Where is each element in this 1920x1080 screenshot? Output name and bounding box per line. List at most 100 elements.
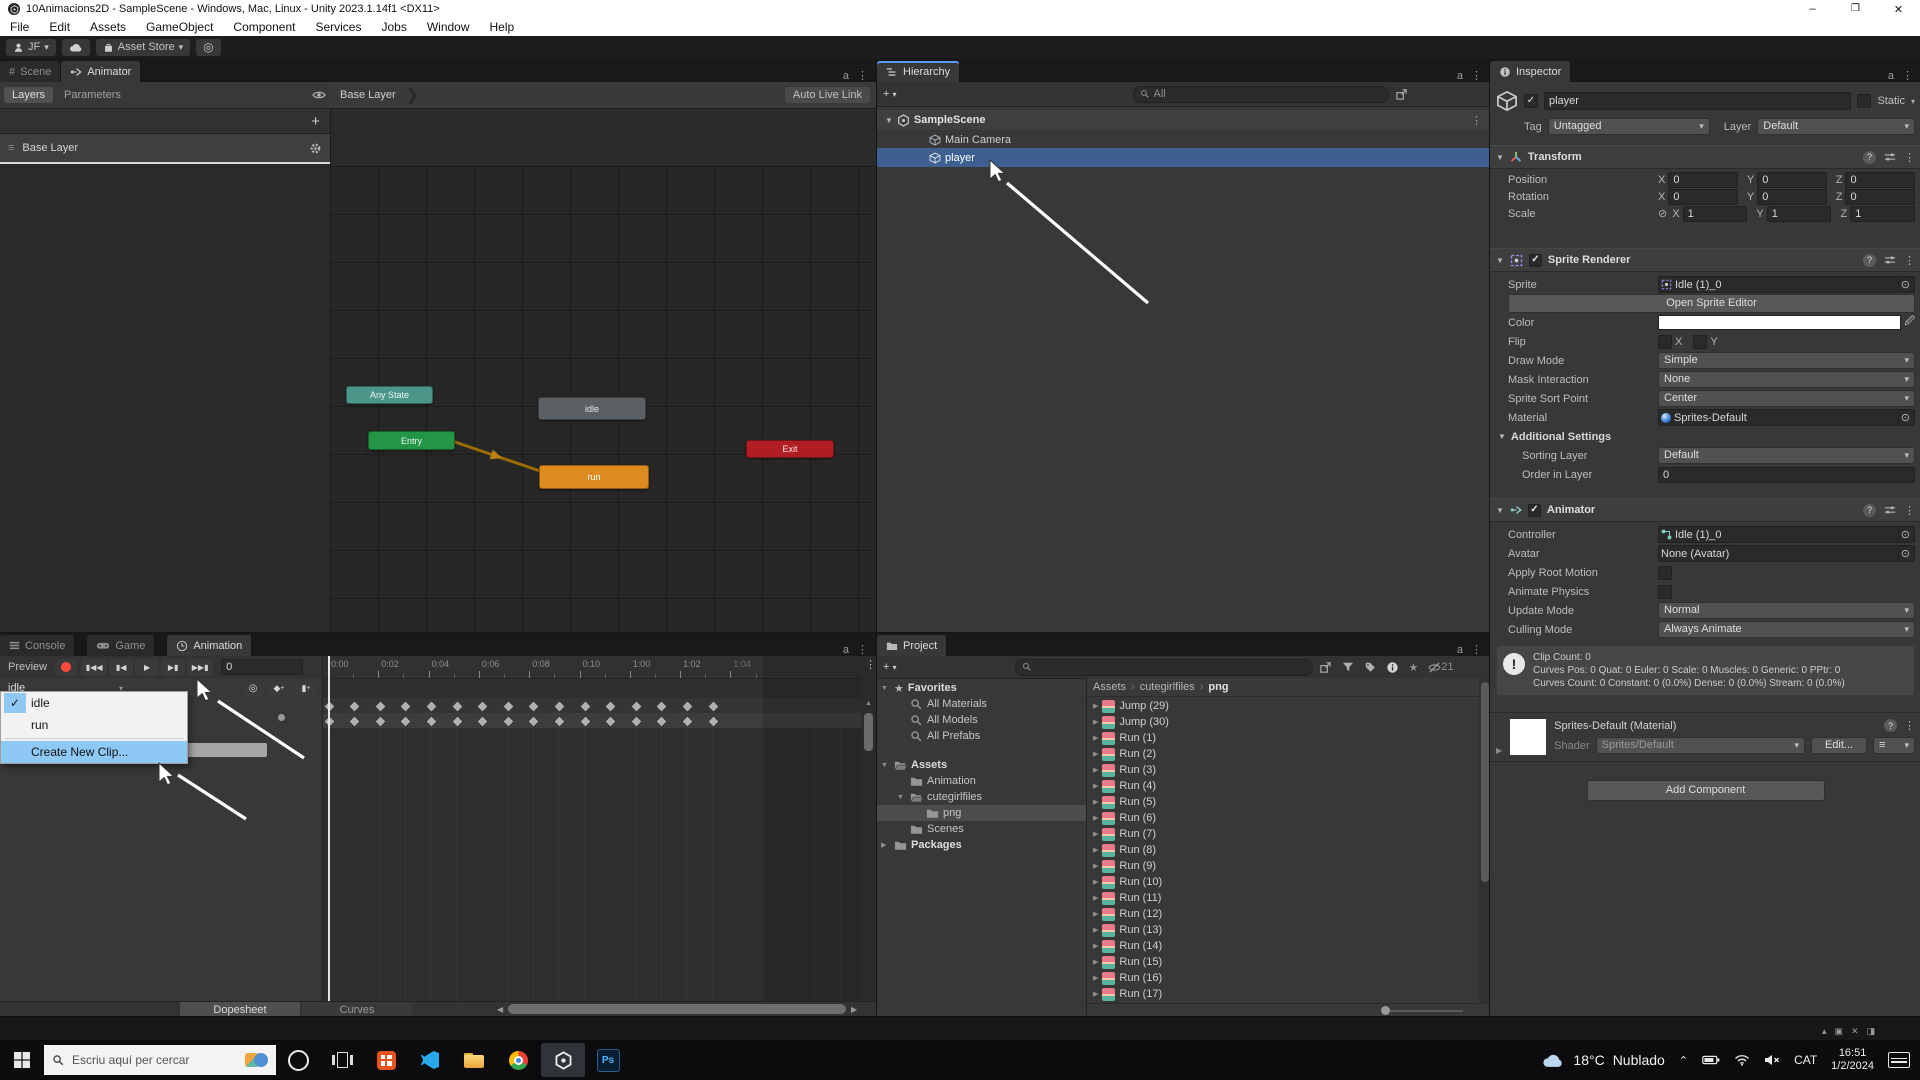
chevron-down-icon[interactable]: ▾	[1911, 97, 1915, 106]
foldout-icon[interactable]: ▶	[1093, 974, 1098, 982]
hierarchy-item-main-camera[interactable]: Main Camera	[877, 131, 1490, 148]
hierarchy-item-player[interactable]: player	[877, 148, 1490, 167]
file-row[interactable]: ▶Run (1)	[1087, 730, 1479, 746]
play-clip-button[interactable]: ▶	[135, 659, 159, 676]
keyframe-diamond[interactable]	[553, 715, 566, 728]
kebab-menu-icon[interactable]: ⋮	[865, 658, 876, 671]
curves-button[interactable]: Curves	[302, 1002, 412, 1017]
foldout-icon[interactable]: ▶	[1093, 830, 1098, 838]
scene-row[interactable]: ▼ SampleScene ⋮	[877, 110, 1490, 130]
last-key-button[interactable]: ▶▶▮	[187, 659, 213, 676]
tab-hierarchy[interactable]: Hierarchy	[877, 61, 960, 82]
keyframe-diamond[interactable]	[707, 700, 720, 713]
popout-icon[interactable]	[1395, 88, 1408, 101]
keyframe-diamond[interactable]	[399, 700, 412, 713]
foldout-icon[interactable]: ▼	[881, 762, 890, 769]
open-sprite-editor-button[interactable]: Open Sprite Editor	[1508, 294, 1915, 313]
foldout-icon[interactable]: ▶	[1093, 926, 1098, 934]
tab-game[interactable]: Game	[87, 635, 155, 656]
dropdown[interactable]: None▾	[1658, 371, 1915, 388]
foldout-icon[interactable]: ▶	[881, 841, 890, 849]
file-row[interactable]: ▶Run (4)	[1087, 778, 1479, 794]
object-picker-icon[interactable]: ⊙	[1898, 547, 1912, 560]
keyframe-diamond[interactable]	[348, 715, 361, 728]
axis-field[interactable]: 1	[1683, 206, 1748, 222]
file-row[interactable]: ▶Run (10)	[1087, 874, 1479, 890]
keyframe-diamond[interactable]	[630, 715, 643, 728]
menu-help[interactable]: Help	[480, 18, 525, 36]
tree-item-scenes[interactable]: Scenes	[877, 821, 1086, 837]
auto-live-link-button[interactable]: Auto Live Link	[785, 87, 870, 103]
keyframe-diamond[interactable]	[527, 715, 540, 728]
taskbar-weather[interactable]: 18°C Nublado	[1541, 1052, 1664, 1069]
foldout-icon[interactable]: ▼	[1496, 256, 1504, 265]
help-icon[interactable]: ?	[1884, 719, 1897, 732]
foldout-icon[interactable]: ▼	[1498, 432, 1506, 441]
presets-icon[interactable]	[1884, 254, 1896, 266]
flip-y-checkbox[interactable]	[1693, 335, 1707, 349]
tree-item-cutegirlfiles[interactable]: ▼cutegirlfiles	[877, 789, 1086, 805]
lock-icon[interactable]: a	[843, 644, 849, 656]
foldout-icon[interactable]: ▶	[1093, 718, 1098, 726]
file-row[interactable]: ▶Run (14)	[1087, 938, 1479, 954]
search-by-label-icon[interactable]	[1364, 661, 1376, 673]
add-component-button[interactable]: Add Component	[1587, 780, 1825, 801]
kebab-menu-icon[interactable]: ⋮	[1904, 254, 1915, 267]
checkbox[interactable]	[1658, 585, 1672, 599]
keyframe-diamond[interactable]	[655, 700, 668, 713]
dopesheet-vscrollbar[interactable]: ⋮ ▲	[862, 656, 876, 1003]
add-keyframe-button[interactable]: ◆+	[268, 681, 290, 696]
asset-store-button[interactable]: Asset Store ▾	[96, 39, 190, 56]
keyframe-diamond[interactable]	[451, 700, 464, 713]
menu-item-run[interactable]: run	[1, 714, 187, 736]
presets-icon[interactable]	[1884, 151, 1896, 163]
breadcrumb-Assets[interactable]: Assets	[1093, 681, 1126, 693]
dropdown[interactable]: Default▾	[1658, 447, 1915, 464]
file-row[interactable]: ▶Run (7)	[1087, 826, 1479, 842]
file-row[interactable]: ▶Run (11)	[1087, 890, 1479, 906]
add-asset-button[interactable]: + ▾	[883, 661, 897, 673]
menu-services[interactable]: Services	[305, 18, 371, 36]
kebab-menu-icon[interactable]: ⋮	[857, 643, 868, 656]
foldout-icon[interactable]: ▶	[1093, 878, 1098, 886]
name-field[interactable]: player	[1544, 92, 1851, 110]
keyframe-diamond[interactable]	[707, 715, 720, 728]
lock-icon[interactable]: a	[1457, 644, 1463, 656]
maximize-button[interactable]: ❒	[1834, 3, 1877, 16]
keyframe-diamond[interactable]	[527, 700, 540, 713]
add-gameobject-button[interactable]: + ▾	[883, 88, 897, 100]
foldout-icon[interactable]: ▶	[1093, 990, 1098, 998]
file-row[interactable]: ▶Jump (30)	[1087, 714, 1479, 730]
playhead[interactable]	[328, 656, 330, 1003]
foldout-icon[interactable]: ▼	[1496, 153, 1504, 162]
file-row[interactable]: ▶Run (3)	[1087, 762, 1479, 778]
keyframe-diamond[interactable]	[579, 715, 592, 728]
tree-item-all-prefabs[interactable]: All Prefabs	[877, 728, 1086, 744]
slider-knob[interactable]	[1381, 1006, 1390, 1015]
popout-icon[interactable]	[1319, 661, 1332, 674]
tab-project[interactable]: Project	[877, 635, 947, 656]
transform-header[interactable]: ▼ Transform ?⋮	[1490, 145, 1920, 169]
file-row[interactable]: ▶Run (15)	[1087, 954, 1479, 970]
foldout-icon[interactable]: ▶	[1093, 750, 1098, 758]
samples-field[interactable]	[185, 743, 267, 757]
tree-item-assets[interactable]: ▼Assets	[877, 757, 1086, 773]
kebab-menu-icon[interactable]: ⋮	[1902, 69, 1913, 82]
material-list-button[interactable]: ≡▾	[1873, 737, 1915, 754]
component-enabled-checkbox[interactable]: ✓	[1528, 504, 1541, 517]
start-button[interactable]	[0, 1040, 44, 1080]
menu-file[interactable]: File	[0, 18, 39, 36]
kebab-menu-icon[interactable]: ⋮	[1471, 643, 1482, 656]
foldout-icon[interactable]: ▶	[1093, 846, 1098, 854]
add-event-button[interactable]: ▮+	[295, 681, 317, 696]
state-node-run[interactable]: run	[539, 465, 649, 489]
taskbar-app-vscode[interactable]	[408, 1040, 452, 1080]
tab-inspector[interactable]: Inspector	[1490, 61, 1571, 82]
menu-item-idle[interactable]: ✓idle	[1, 692, 187, 714]
keyframe-diamond[interactable]	[374, 715, 387, 728]
shader-dropdown[interactable]: Sprites/Default▾	[1596, 737, 1805, 754]
favorites-star-icon[interactable]: ★	[1409, 661, 1419, 674]
axis-field[interactable]: 0	[1845, 189, 1915, 205]
file-row[interactable]: ▶Run (5)	[1087, 794, 1479, 810]
dopesheet-button[interactable]: Dopesheet	[180, 1002, 300, 1017]
